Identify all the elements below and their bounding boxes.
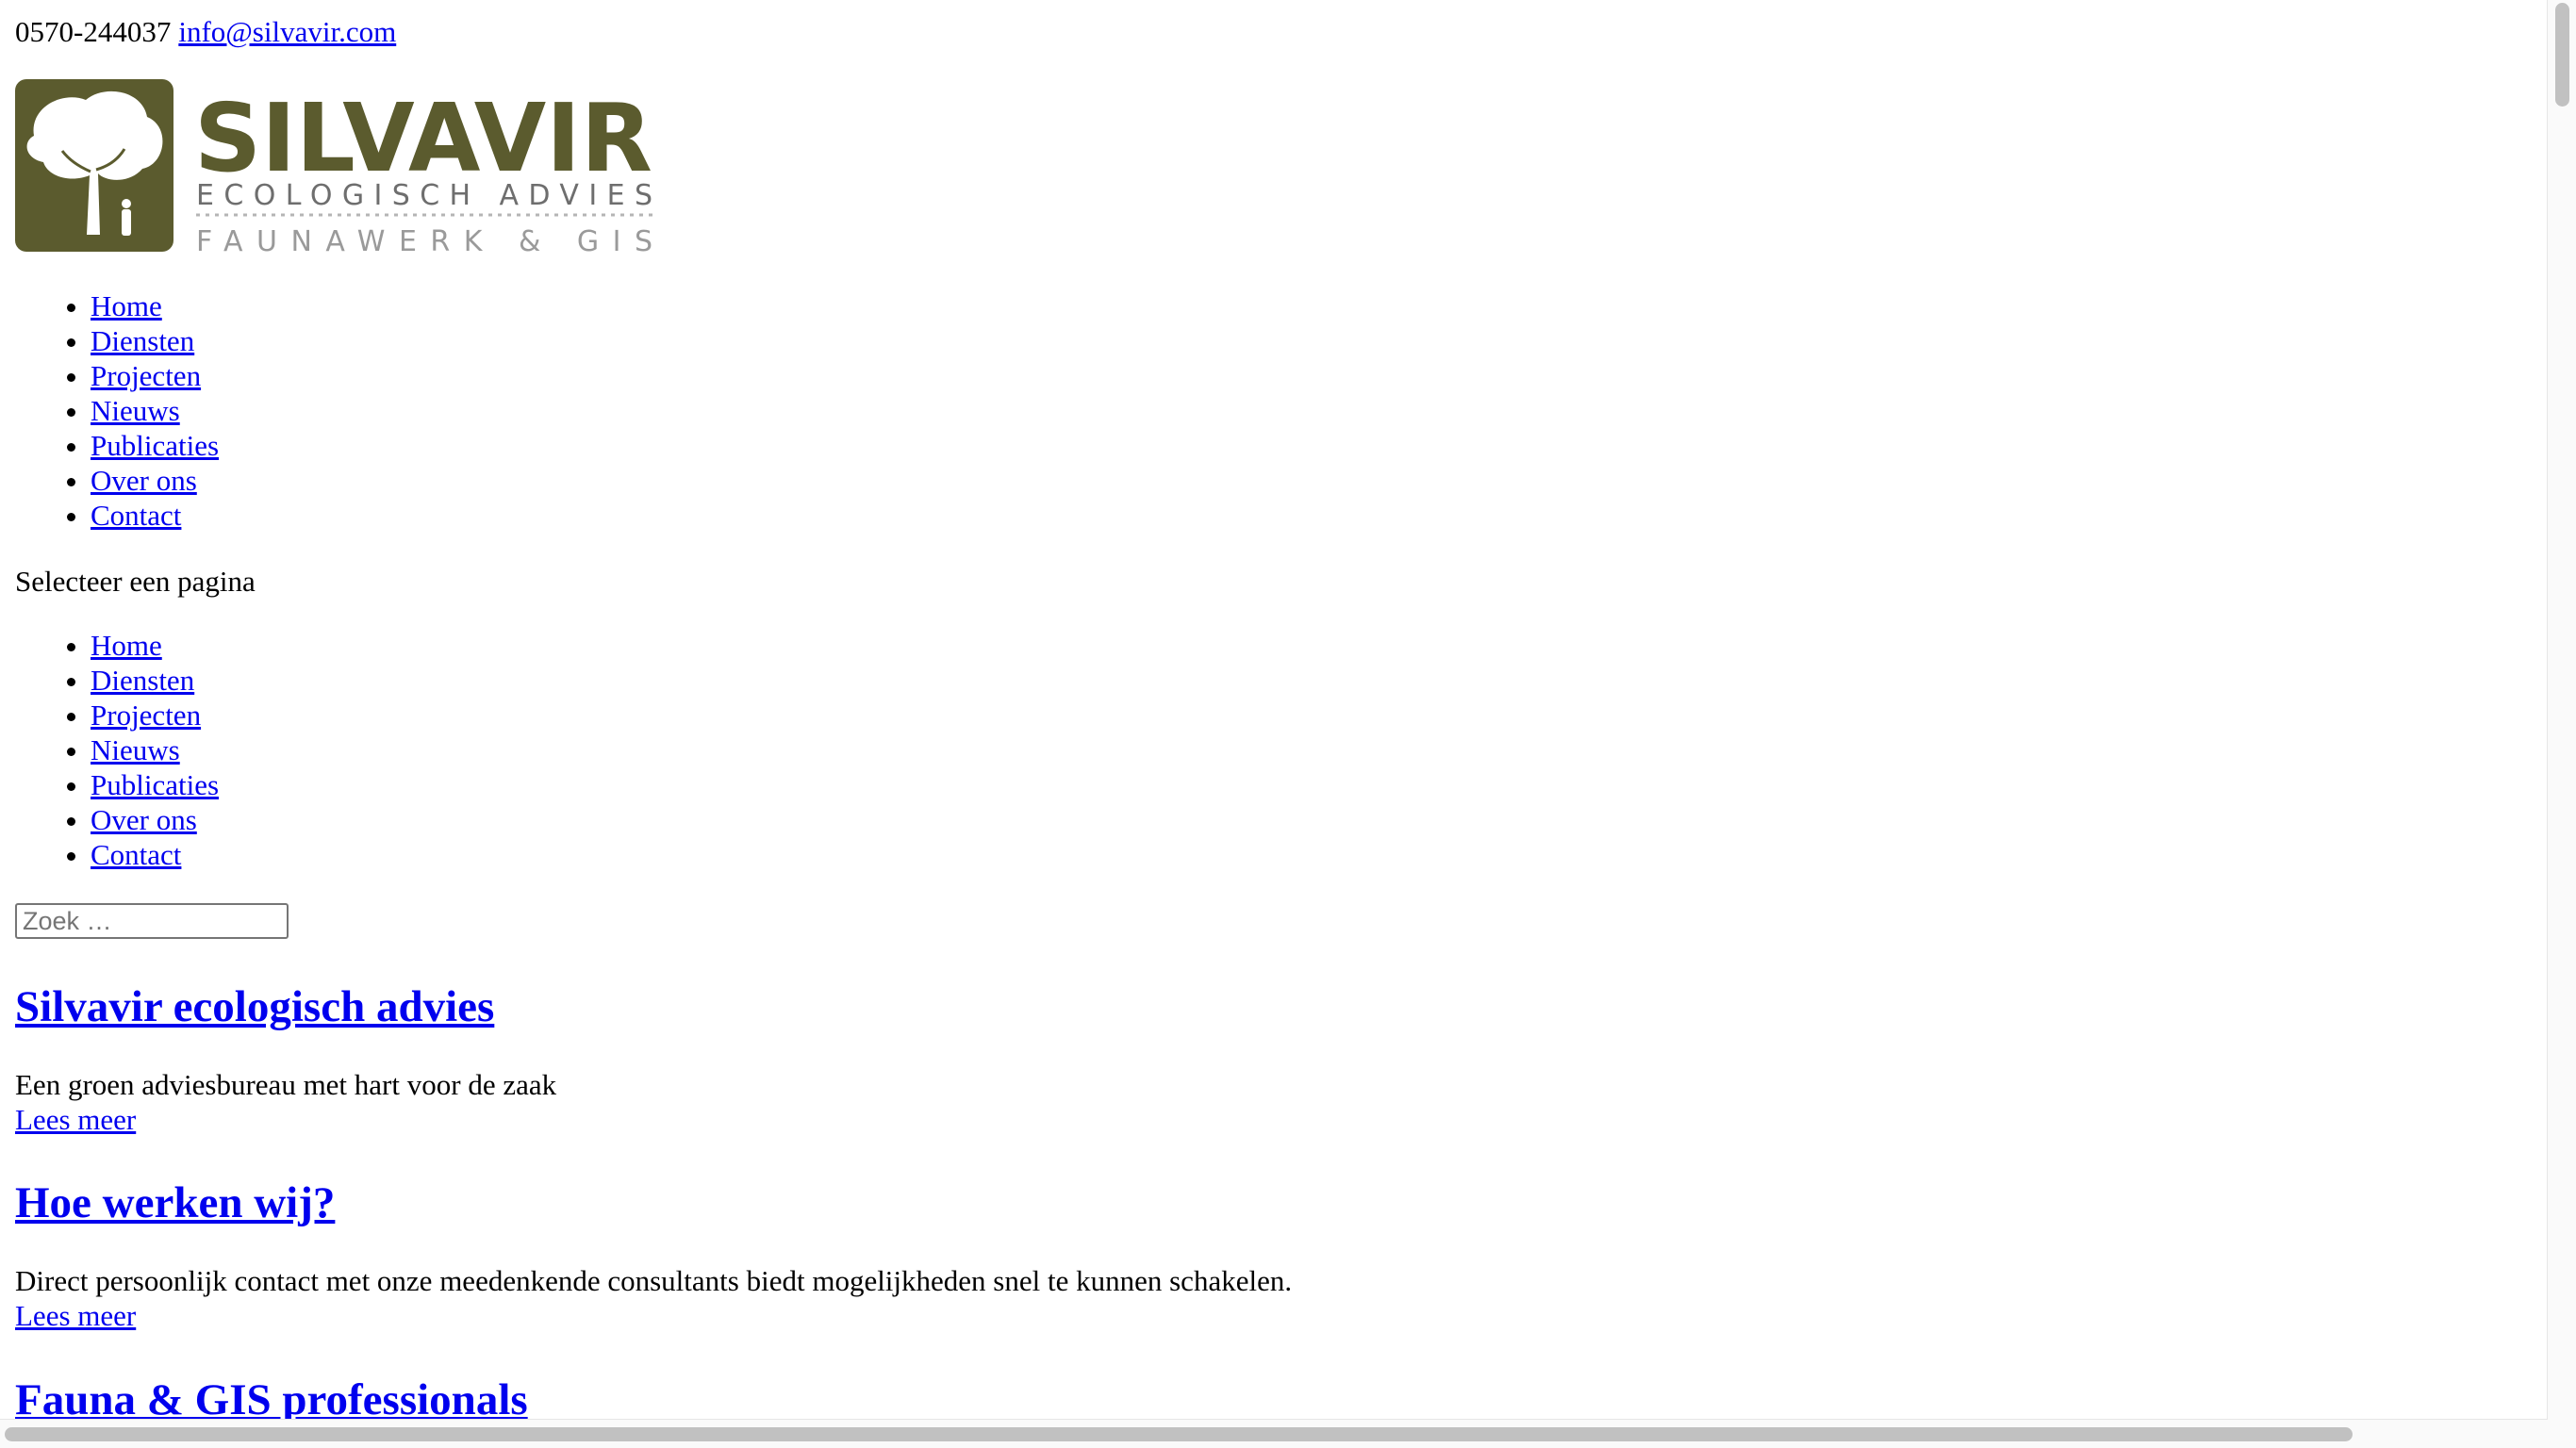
top-contact-bar: 0570-244037 info@silvavir.com [15, 14, 396, 49]
primary-nav: Home Diensten Projecten Nieuws Publicati… [15, 288, 219, 533]
section-silvavir: Silvavir ecologisch advies Een groen adv… [15, 980, 2467, 1136]
section-text: Direct persoonlijk contact met onze meed… [15, 1264, 1293, 1297]
vertical-scrollbar-thumb[interactable] [2555, 3, 2569, 107]
horizontal-scrollbar[interactable] [0, 1419, 2548, 1448]
mobile-nav-item-publicaties: Publicaties [91, 767, 219, 802]
section-hoe-werken-wij: Hoe werken wij? Direct persoonlijk conta… [15, 1176, 2467, 1332]
mobile-nav-item-projecten: Projecten [91, 698, 219, 732]
read-more-link[interactable]: Lees meer [15, 1102, 136, 1137]
browser-viewport: 0570-244037 info@silvavir.com SILVAVIR EC… [0, 0, 2548, 1420]
mobile-nav-link-projecten[interactable]: Projecten [91, 699, 201, 732]
mobile-nav-item-over-ons: Over ons [91, 802, 219, 837]
section-text: Een groen adviesbureau met hart voor de … [15, 1068, 557, 1101]
mobile-menu-toggle[interactable]: Selecteer een pagina [15, 564, 256, 599]
nav-link-projecten[interactable]: Projecten [91, 359, 201, 392]
nav-item-home: Home [91, 288, 219, 323]
nav-link-publicaties[interactable]: Publicaties [91, 429, 219, 462]
mobile-nav-item-diensten: Diensten [91, 663, 219, 698]
section-title: Fauna & GIS professionals [15, 1374, 2467, 1420]
nav-item-publicaties: Publicaties [91, 428, 219, 463]
nav-item-contact: Contact [91, 498, 219, 533]
nav-item-nieuws: Nieuws [91, 393, 219, 428]
logo-brand-text: SILVAVIR [194, 83, 652, 193]
nav-link-home[interactable]: Home [91, 289, 162, 322]
section-fauna-gis: Fauna & GIS professionals [15, 1374, 2467, 1420]
nav-item-over-ons: Over ons [91, 463, 219, 498]
silvavir-logo-graphic: SILVAVIR ECOLOGISCH ADVIES FAUNAWERK & G… [15, 79, 652, 254]
search-input[interactable] [15, 903, 289, 939]
nav-item-diensten: Diensten [91, 323, 219, 358]
section-title: Hoe werken wij? [15, 1176, 2467, 1229]
mobile-nav-link-home[interactable]: Home [91, 629, 162, 662]
mobile-nav: Home Diensten Projecten Nieuws Publicati… [15, 628, 219, 872]
mobile-nav-link-publicaties[interactable]: Publicaties [91, 768, 219, 801]
mobile-nav-link-over-ons[interactable]: Over ons [91, 803, 197, 836]
mobile-nav-link-nieuws[interactable]: Nieuws [91, 733, 180, 766]
nav-link-over-ons[interactable]: Over ons [91, 464, 197, 497]
read-more-link[interactable]: Lees meer [15, 1298, 136, 1333]
logo-subtitle-2: FAUNAWERK & GIS [196, 225, 652, 254]
email-link[interactable]: info@silvavir.com [178, 15, 396, 48]
vertical-scrollbar[interactable] [2547, 0, 2576, 1420]
mobile-nav-link-contact[interactable]: Contact [91, 838, 181, 871]
phone-number: 0570-244037 [15, 15, 172, 48]
mobile-nav-link-diensten[interactable]: Diensten [91, 664, 194, 697]
section-title-link[interactable]: Silvavir ecologisch advies [15, 982, 494, 1031]
section-title: Silvavir ecologisch advies [15, 980, 2467, 1033]
horizontal-scrollbar-thumb[interactable] [5, 1427, 2353, 1441]
site-logo[interactable]: SILVAVIR ECOLOGISCH ADVIES FAUNAWERK & G… [15, 79, 656, 254]
nav-link-diensten[interactable]: Diensten [91, 324, 194, 357]
section-title-link[interactable]: Hoe werken wij? [15, 1178, 335, 1227]
nav-item-projecten: Projecten [91, 358, 219, 393]
mobile-nav-item-contact: Contact [91, 837, 219, 872]
section-title-link[interactable]: Fauna & GIS professionals [15, 1375, 528, 1420]
mobile-nav-item-home: Home [91, 628, 219, 663]
mobile-nav-item-nieuws: Nieuws [91, 732, 219, 767]
scrollbar-corner [2548, 1420, 2576, 1448]
nav-link-nieuws[interactable]: Nieuws [91, 394, 180, 427]
nav-link-contact[interactable]: Contact [91, 499, 181, 532]
